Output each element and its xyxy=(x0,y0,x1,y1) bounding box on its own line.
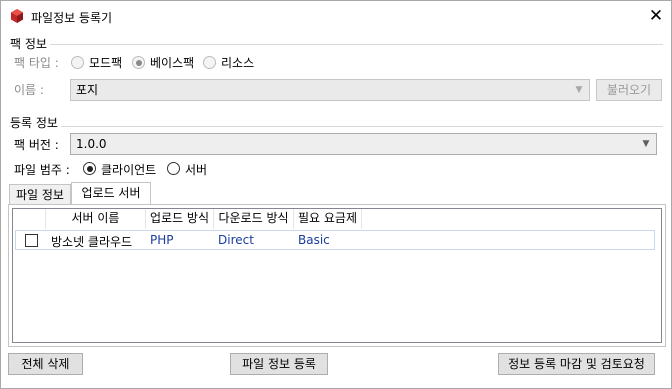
finish-and-review-button[interactable]: 정보 등록 마감 및 검토요청 xyxy=(498,353,655,375)
category-client-label[interactable]: 클라이언트 xyxy=(101,161,156,178)
delete-all-button[interactable]: 전체 삭제 xyxy=(8,353,83,375)
column-header-check[interactable] xyxy=(13,209,46,229)
column-header-required-plan[interactable]: 필요 요금제 xyxy=(294,209,362,229)
tab-upload-server[interactable]: 업로드 서버 xyxy=(71,182,151,205)
server-list-header: 서버 이름 업로드 방식 다운로드 방식 필요 요금제 xyxy=(13,209,661,229)
pack-name-combobox[interactable]: 포지 ▼ xyxy=(70,79,590,101)
upload-server-panel: 서버 이름 업로드 방식 다운로드 방식 필요 요금제 방소넷 클라우드 PHP… xyxy=(8,204,666,347)
cell-download-method: Direct xyxy=(218,233,254,247)
window-title: 파일정보 등록기 xyxy=(31,11,113,25)
file-category-label: 파일 범주 : xyxy=(14,163,70,177)
pack-type-resource-label[interactable]: 리소스 xyxy=(221,54,254,71)
app-window: 파일정보 등록기 ✕ 팩 정보 팩 타입 : 모드팩 베이스팩 리소스 이름 :… xyxy=(0,0,672,389)
cell-required-plan: Basic xyxy=(298,233,330,247)
category-server-radio[interactable] xyxy=(167,162,180,175)
pack-name-value: 포지 xyxy=(76,83,99,97)
pack-type-modpack-label[interactable]: 모드팩 xyxy=(89,54,122,71)
app-icon xyxy=(11,9,23,23)
pack-type-modpack-radio[interactable] xyxy=(71,56,84,69)
pack-version-label: 팩 버전 : xyxy=(14,138,59,152)
pack-version-value: 1.0.0 xyxy=(76,137,107,151)
name-label: 이름 : xyxy=(14,83,44,97)
registration-group-border xyxy=(9,126,663,127)
column-header-server-name[interactable]: 서버 이름 xyxy=(46,209,146,229)
chevron-down-icon: ▼ xyxy=(575,85,583,95)
pack-type-resource-radio[interactable] xyxy=(203,56,216,69)
registration-group-title: 등록 정보 xyxy=(10,114,61,131)
row-checkbox[interactable] xyxy=(25,234,38,247)
close-icon[interactable]: ✕ xyxy=(641,1,671,31)
cell-upload-method: PHP xyxy=(150,233,174,247)
category-server-label[interactable]: 서버 xyxy=(185,161,207,178)
pack-version-combobox[interactable]: 1.0.0 ▼ xyxy=(70,133,657,155)
table-row[interactable]: 방소넷 클라우드 PHP Direct Basic xyxy=(15,230,655,250)
tab-file-info[interactable]: 파일 정보 xyxy=(9,184,71,205)
pack-info-group-border xyxy=(9,44,663,45)
pack-info-group-title: 팩 정보 xyxy=(10,35,50,52)
load-button[interactable]: 불러오기 xyxy=(596,79,662,101)
column-header-download-method[interactable]: 다운로드 방식 xyxy=(214,209,294,229)
server-list[interactable]: 서버 이름 업로드 방식 다운로드 방식 필요 요금제 방소넷 클라우드 PHP… xyxy=(12,208,662,343)
column-header-upload-method[interactable]: 업로드 방식 xyxy=(146,209,214,229)
pack-type-basepack-label[interactable]: 베이스팩 xyxy=(150,54,194,71)
title-bar[interactable]: 파일정보 등록기 ✕ xyxy=(1,1,671,31)
register-file-info-button[interactable]: 파일 정보 등록 xyxy=(230,353,328,375)
pack-type-label: 팩 타입 : xyxy=(14,56,59,70)
cell-server-name: 방소넷 클라우드 xyxy=(51,235,133,249)
chevron-down-icon: ▼ xyxy=(642,139,650,149)
category-client-radio[interactable] xyxy=(83,162,96,175)
pack-type-basepack-radio[interactable] xyxy=(132,56,145,69)
